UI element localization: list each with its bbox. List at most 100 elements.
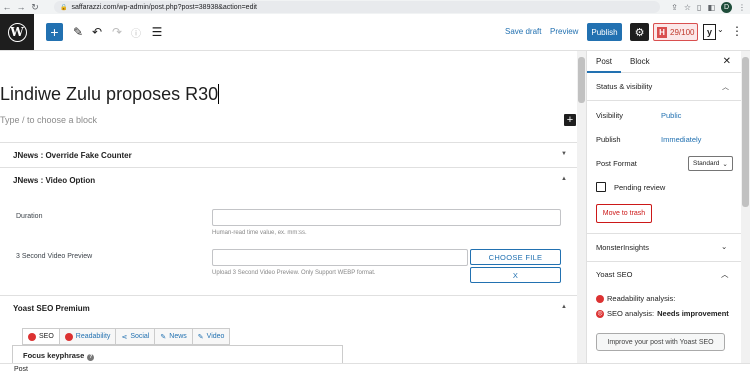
divider — [587, 233, 741, 234]
tab-news[interactable]: ✎ News — [155, 328, 193, 345]
browser-actions: ⇪ ☆ ▯ ◧ D ⋮ — [671, 0, 746, 14]
editor-canvas: Lindiwe Zulu proposes R30 Type / to choo… — [0, 51, 577, 363]
seo-score-value: 29/100 — [670, 27, 695, 37]
tab-label: Readability — [75, 333, 111, 340]
kebab-menu-icon[interactable]: ⋮ — [738, 3, 746, 12]
publish-label: Publish — [596, 135, 621, 144]
status-visibility-header[interactable]: Status & visibility ︿ — [587, 73, 741, 101]
metabox-title[interactable]: Yoast SEO Premium — [0, 296, 577, 320]
focus-keyphrase-label: Focus keyphrase? — [23, 351, 95, 361]
yoast-tabs: SEO Readability ⋖ Social ✎ News ✎ Video — [22, 328, 231, 345]
wordpress-icon: W — [7, 22, 27, 42]
preview-input[interactable] — [212, 249, 468, 266]
seo-analysis[interactable]: ☹ SEO analysis: Needs improvement — [596, 309, 729, 318]
settings-sidebar: Post Block ✕ Status & visibility ︿ Visib… — [586, 51, 741, 363]
address-bar[interactable]: 🔒 saffarazzi.com/wp-admin/post.php?post=… — [54, 1, 660, 13]
readability-text: Readability analysis: — [607, 294, 676, 303]
extensions-icon[interactable]: ▯ — [697, 3, 701, 12]
publish-date-link[interactable]: Immediately — [661, 135, 701, 144]
list-view-icon[interactable]: ☰ — [150, 23, 164, 41]
yoast-seo-header[interactable]: Yoast SEO — [596, 270, 632, 279]
redo-icon[interactable]: ↷ — [111, 23, 123, 41]
chevron-up-icon: ︿ — [722, 83, 729, 91]
post-title[interactable]: Lindiwe Zulu proposes R30 — [0, 84, 220, 105]
chevron-up-icon[interactable]: ︿ — [721, 269, 729, 280]
metabox-yoast: Yoast SEO Premium ▲ SEO Readability ⋖ So… — [0, 295, 577, 363]
sidebar-toggle-icon[interactable]: ◧ — [707, 3, 715, 12]
tab-post[interactable]: Post — [587, 51, 621, 73]
add-block-button[interactable]: + — [46, 23, 63, 41]
section-title: Status & visibility — [596, 82, 653, 91]
editor-toolbar: W + ✎ ↶ ↷ ⓘ ☰ Save draft Preview Publish… — [0, 14, 750, 51]
chevron-up-icon[interactable]: ▲ — [561, 176, 567, 182]
post-format-select[interactable]: Standard ⌄ — [688, 156, 733, 171]
metabox-title[interactable]: JNews : Video Option — [0, 168, 577, 192]
back-arrow-icon[interactable]: ← — [0, 2, 14, 12]
move-to-trash-button[interactable]: Move to trash — [596, 204, 652, 223]
breadcrumb-item[interactable]: Post — [14, 366, 28, 373]
close-icon[interactable]: ✕ — [723, 56, 731, 67]
yoast-icon[interactable]: y — [703, 24, 716, 40]
chevron-up-icon[interactable]: ▲ — [561, 304, 567, 310]
preview-help: Upload 3 Second Video Preview. Only Supp… — [212, 270, 376, 276]
forward-arrow-icon[interactable]: → — [14, 2, 28, 12]
tab-label: Social — [130, 333, 150, 340]
block-placeholder[interactable]: Type / to choose a block — [0, 115, 97, 125]
seo-analysis-value: Needs improvement — [657, 309, 729, 318]
tab-label: SEO — [39, 333, 54, 340]
editor-scrollbar[interactable] — [577, 51, 586, 363]
help-icon[interactable]: ? — [87, 354, 95, 361]
tab-seo[interactable]: SEO — [22, 328, 60, 345]
undo-icon[interactable]: ↶ — [91, 23, 103, 41]
yoast-seo-panel: Focus keyphrase? — [12, 345, 343, 363]
url-text: saffarazzi.com/wp-admin/post.php?post=38… — [71, 3, 257, 11]
seo-score-badge[interactable]: H 29/100 — [653, 23, 698, 41]
avatar[interactable]: D — [721, 1, 732, 13]
divider — [587, 261, 741, 262]
star-icon[interactable]: ☆ — [684, 3, 691, 12]
focus-keyphrase-text: Focus keyphrase — [23, 351, 85, 360]
seo-analysis-label: SEO analysis: — [607, 309, 655, 318]
chevron-down-icon[interactable]: ▼ — [561, 151, 567, 157]
readability-analysis[interactable]: Readability analysis: — [596, 294, 675, 303]
monsterinsights-header[interactable]: MonsterInsights — [596, 243, 649, 252]
sidebar-tabs: Post Block ✕ — [587, 51, 741, 73]
readability-status-icon — [596, 294, 604, 303]
inline-add-block-button[interactable]: + — [564, 114, 576, 126]
duration-input[interactable] — [212, 209, 561, 226]
metabox-video-option: JNews : Video Option ▲ Duration Human-re… — [0, 167, 577, 295]
readability-status-icon — [64, 332, 73, 341]
chevron-down-icon[interactable]: ⌄ — [721, 242, 727, 251]
yoast-dropdown-icon[interactable]: ⌄ — [717, 25, 724, 34]
visibility-label: Visibility — [596, 111, 623, 120]
pending-review-checkbox[interactable] — [596, 182, 606, 192]
publish-button[interactable]: Publish — [587, 23, 622, 41]
scrollbar-thumb[interactable] — [742, 57, 749, 207]
settings-gear-icon[interactable]: ⚙ — [630, 23, 649, 41]
remove-file-button[interactable]: X — [470, 267, 561, 283]
preview-label: 3 Second Video Preview — [16, 253, 93, 260]
pending-review-label: Pending review — [614, 183, 666, 192]
sad-face-icon: ☹ — [596, 309, 604, 318]
pencil-icon[interactable]: ✎ — [72, 23, 84, 41]
tab-social[interactable]: ⋖ Social — [116, 328, 156, 345]
improve-post-button[interactable]: Improve your post with Yoast SEO — [596, 333, 725, 351]
lock-icon: 🔒 — [60, 4, 68, 11]
scrollbar-thumb[interactable] — [578, 57, 585, 103]
tab-video[interactable]: ✎ Video — [192, 328, 231, 345]
info-icon[interactable]: ⓘ — [130, 23, 142, 41]
sidebar-scrollbar[interactable] — [741, 51, 750, 363]
metabox-title[interactable]: JNews : Override Fake Counter — [0, 143, 577, 167]
share-icon[interactable]: ⇪ — [671, 3, 678, 12]
save-draft-button[interactable]: Save draft — [505, 27, 541, 36]
tab-readability[interactable]: Readability — [59, 328, 117, 345]
metabox-fake-counter: JNews : Override Fake Counter ▼ — [0, 142, 577, 167]
reload-icon[interactable]: ↻ — [28, 2, 42, 13]
preview-button[interactable]: Preview — [550, 27, 578, 36]
wordpress-logo[interactable]: W — [0, 14, 34, 50]
visibility-link[interactable]: Public — [661, 111, 681, 120]
tab-label: News — [169, 333, 187, 340]
tab-block[interactable]: Block — [621, 51, 659, 73]
options-kebab-icon[interactable]: ⋮ — [731, 24, 743, 38]
choose-file-button[interactable]: CHOOSE FILE — [470, 249, 561, 265]
